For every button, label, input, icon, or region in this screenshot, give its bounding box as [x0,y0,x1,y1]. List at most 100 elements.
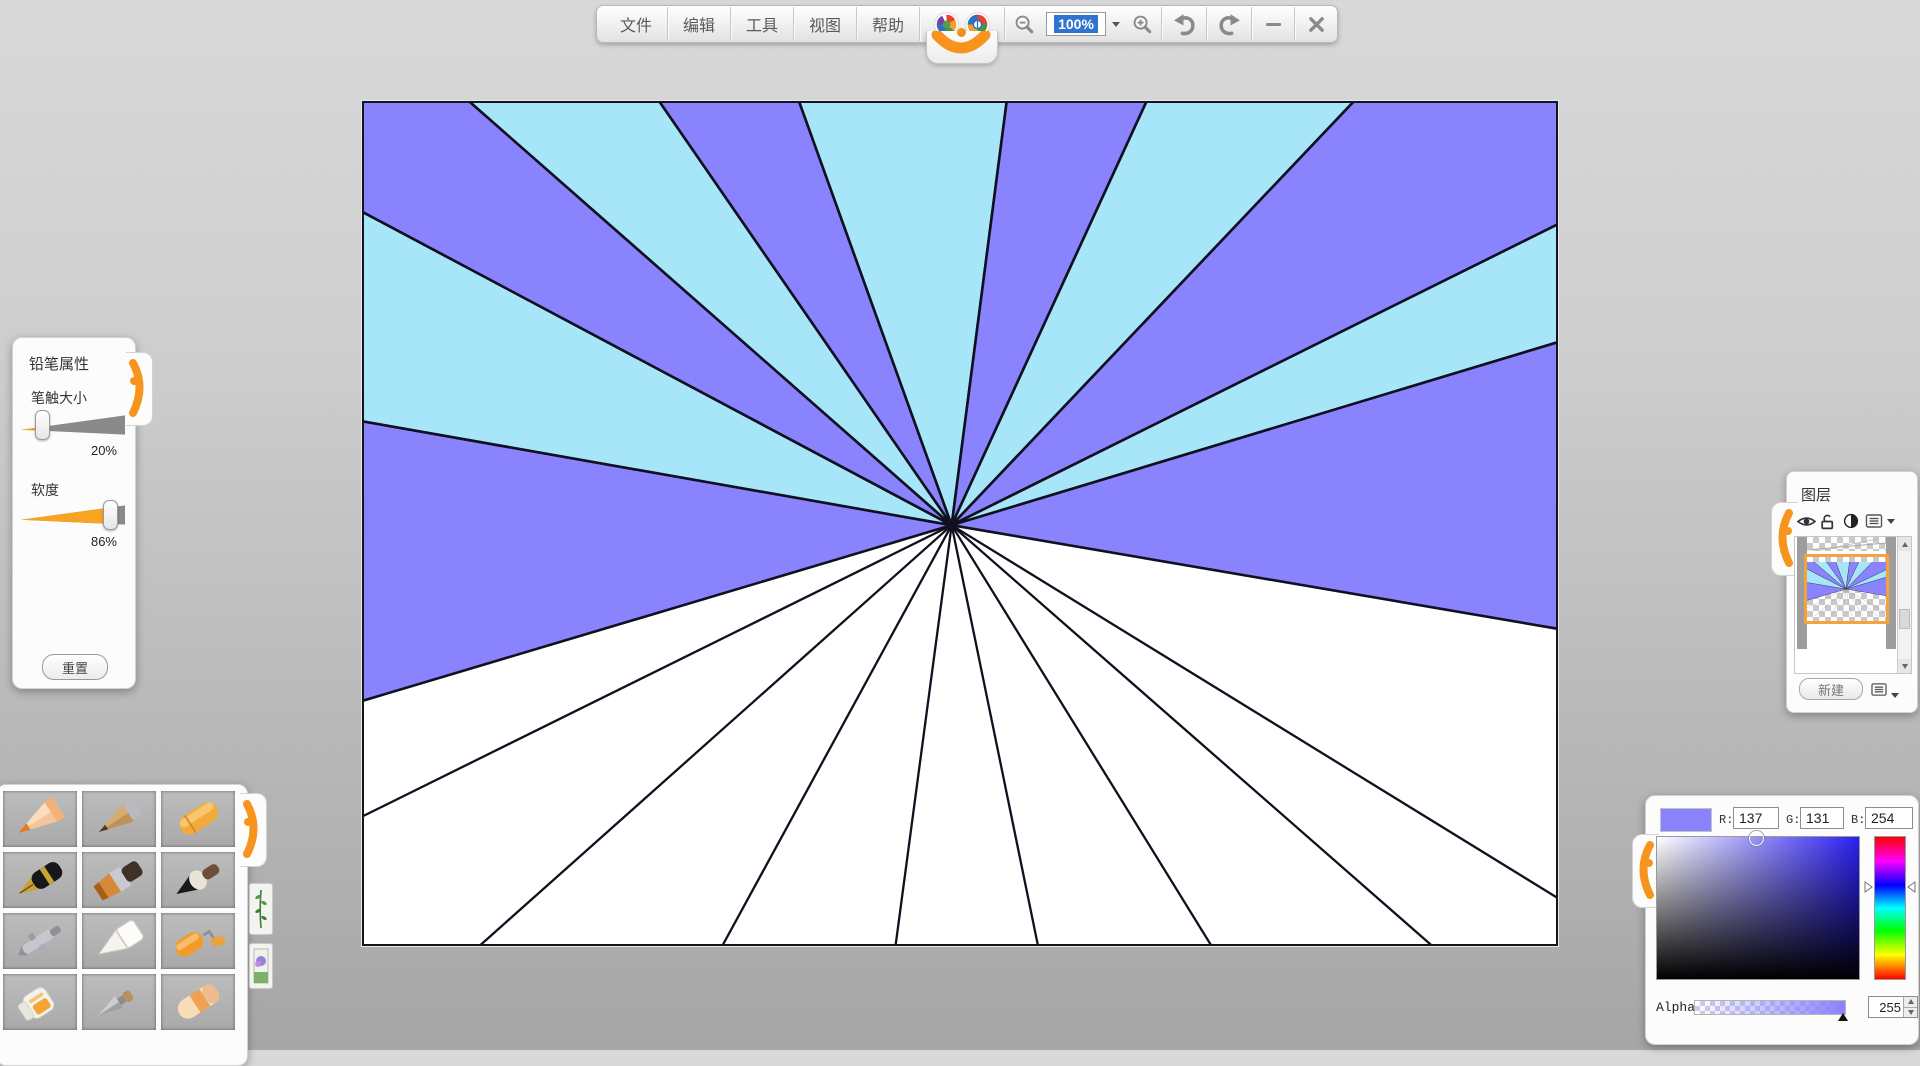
panel-collapse-handle[interactable] [126,352,153,426]
zoom-out-icon [1013,13,1036,36]
layer-opacity-button[interactable] [1843,512,1859,530]
tool-grid [0,785,241,1036]
slider-fill [21,505,110,525]
red-field[interactable]: 137 [1733,807,1779,829]
redo-button[interactable] [1207,6,1251,42]
zoom-out-button[interactable] [1005,6,1043,42]
contrast-icon [1843,513,1859,529]
zoom-in-icon [1131,13,1154,36]
chevron-down-icon [1891,693,1899,698]
blue-field[interactable]: 254 [1865,807,1913,829]
alpha-increment-button[interactable] [1904,997,1917,1007]
tool-charcoal[interactable] [82,791,156,847]
tool-tab-plant-brush[interactable] [249,883,273,935]
tool-paint-roller[interactable] [161,913,235,969]
grip-icon [1633,835,1657,905]
zoom-level-input[interactable]: 100% [1046,12,1106,36]
menu-view[interactable]: 视图 [794,6,856,42]
layer-options-button[interactable] [1871,680,1887,698]
tool-ink-jar[interactable] [3,974,77,1030]
pencil-properties-panel: 铅笔属性 笔触大小 20% 软度 86% 重置 [12,337,136,689]
starburst-drawing[interactable] [364,103,1556,944]
undo-button[interactable] [1162,6,1206,42]
alpha-decrement-button[interactable] [1904,1007,1917,1018]
tool-tab-picture-stamp[interactable] [249,943,273,989]
list-icon [1871,682,1887,697]
layer-item-selected[interactable] [1804,554,1889,624]
slider-thumb[interactable] [103,500,118,530]
tool-knife[interactable] [82,974,156,1030]
tool-pencil[interactable] [3,791,77,847]
green-field[interactable]: 131 [1800,807,1844,829]
tools-palette-panel [0,784,248,1066]
minimize-button[interactable] [1252,6,1294,42]
panel-collapse-handle[interactable] [1632,834,1659,908]
hue-marker-right[interactable] [1907,880,1916,898]
panel-title: 图层 [1801,484,1831,505]
menu-tools[interactable]: 工具 [731,6,793,42]
layer-menu-button[interactable] [1865,512,1883,530]
layer-item-partial[interactable] [1807,537,1886,551]
chevron-down-icon [1908,1010,1914,1015]
grip-icon [240,794,264,864]
tool-ink-brush[interactable] [161,852,235,908]
alpha-marker-icon[interactable] [1838,1013,1848,1021]
layer-visibility-button[interactable] [1797,512,1816,530]
hue-slider[interactable] [1874,836,1906,980]
alpha-slider[interactable] [1694,1000,1846,1015]
paint-cone-icon [89,918,149,964]
crayon-icon [168,796,228,842]
charcoal-icon [89,796,149,842]
zoom-dropdown-button[interactable] [1109,6,1123,42]
zoom-level-field-wrap: 100% [1043,6,1109,42]
hue-marker-left[interactable] [1864,880,1873,898]
reset-button[interactable]: 重置 [42,654,108,680]
layer-menu-caret[interactable] [1887,512,1895,530]
scroll-down-button[interactable] [1898,659,1911,673]
layer-options-caret[interactable] [1891,686,1899,704]
green-label: G: [1786,813,1800,827]
softness-slider[interactable] [21,502,125,528]
saturation-value-field[interactable] [1656,836,1860,980]
layer-thumbnail [1807,562,1886,616]
tool-eraser[interactable] [161,974,235,1030]
chevron-up-icon [1908,999,1914,1004]
layer-lock-button[interactable] [1819,512,1836,530]
color-cursor[interactable] [1749,831,1764,846]
clown-nose-icon [957,28,966,37]
menu-edit[interactable]: 编辑 [668,6,730,42]
eye-icon [1797,514,1816,529]
tool-paint-cone[interactable] [82,913,156,969]
unlock-icon [1819,513,1836,530]
scroll-up-button[interactable] [1898,537,1911,551]
undo-icon [1172,12,1197,37]
current-color-swatch[interactable] [1660,808,1712,832]
fountain-pen-icon [10,857,70,903]
tool-fountain-pen[interactable] [3,852,77,908]
alpha-gradient [1695,1001,1845,1014]
alpha-label: Alpha [1656,1000,1695,1015]
close-button[interactable] [1295,6,1337,42]
menu-help[interactable]: 帮助 [857,6,919,42]
brush-size-slider[interactable] [21,412,125,438]
layer-list-scrollbar[interactable] [1897,537,1911,673]
main-toolbar: 文件 编辑 工具 视图 帮助 [596,5,1338,43]
zoom-in-button[interactable] [1123,6,1161,42]
softness-label: 软度 [31,480,59,500]
scrollbar-thumb[interactable] [1899,609,1910,629]
ink-brush-icon [168,857,228,903]
panel-collapse-handle[interactable] [240,793,267,867]
drawing-canvas[interactable] [362,101,1558,946]
plant-brush-icon [253,887,269,931]
chevron-down-icon [1902,664,1908,669]
softness-value: 86% [91,534,117,549]
alpha-spinner[interactable]: 255 [1868,996,1918,1018]
tool-airbrush[interactable] [3,913,77,969]
menu-file[interactable]: 文件 [605,6,667,42]
zoom-level-value: 100% [1054,15,1098,33]
slider-thumb[interactable] [35,410,50,440]
app-logo-clown[interactable] [920,6,1004,42]
tool-crayon[interactable] [161,791,235,847]
new-layer-button[interactable]: 新建 [1799,678,1863,700]
tool-flat-brush[interactable] [82,852,156,908]
